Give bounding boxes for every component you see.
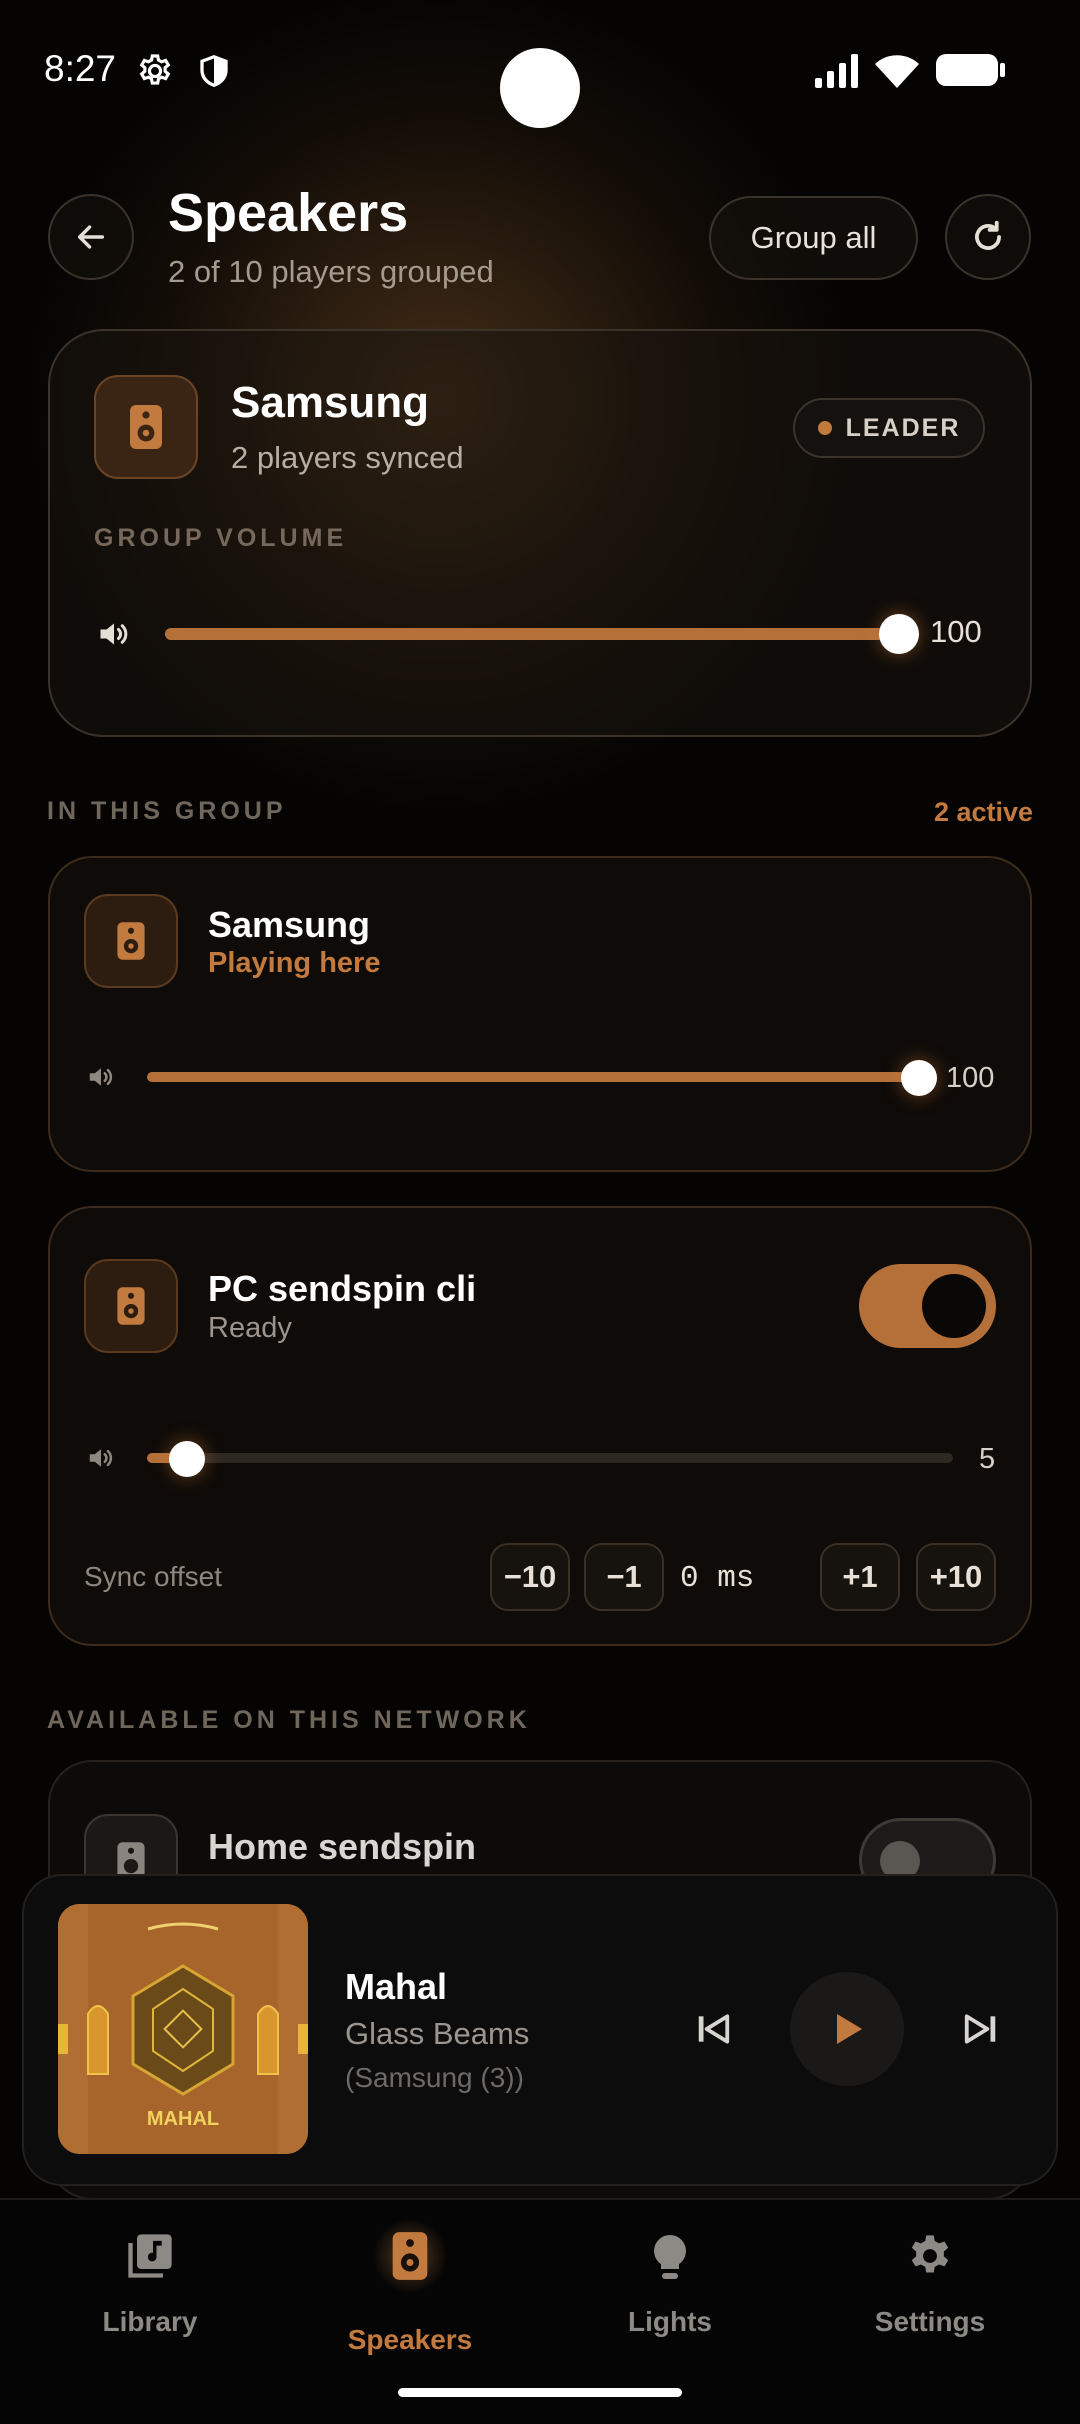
battery-icon bbox=[934, 52, 1006, 88]
leader-badge: LEADER bbox=[793, 398, 985, 458]
player-volume-value: 100 bbox=[946, 1062, 995, 1094]
player-toggle[interactable] bbox=[859, 1264, 996, 1348]
group-all-button[interactable]: Group all bbox=[709, 196, 918, 280]
refresh-icon bbox=[975, 220, 1001, 250]
play-icon bbox=[837, 2014, 862, 2044]
player-name: Samsung bbox=[208, 904, 371, 945]
nav-item-settings[interactable]: Settings bbox=[830, 2230, 1030, 2350]
gear-icon bbox=[136, 52, 174, 90]
group-volume-value: 100 bbox=[930, 614, 982, 649]
volume-icon bbox=[86, 1062, 116, 1097]
shield-icon bbox=[196, 52, 232, 90]
group-volume-thumb[interactable] bbox=[879, 614, 919, 654]
status-time: 8:27 bbox=[44, 48, 117, 89]
speaker-icon bbox=[386, 2230, 434, 2287]
player-speaker-tile bbox=[84, 1259, 178, 1353]
speaker-icon bbox=[117, 922, 145, 960]
previous-icon bbox=[698, 2014, 730, 2044]
home-indicator[interactable] bbox=[398, 2388, 682, 2397]
next-button[interactable] bbox=[962, 2010, 1000, 2053]
back-arrow-icon bbox=[77, 225, 105, 249]
active-count: 2 active bbox=[934, 797, 1034, 827]
nav-label: Lights bbox=[628, 2306, 712, 2337]
nav-item-lights[interactable]: Lights bbox=[570, 2230, 770, 2350]
front-camera bbox=[500, 48, 580, 128]
leader-label: LEADER bbox=[845, 413, 961, 442]
album-title-text: MAHAL bbox=[146, 2108, 220, 2130]
player-speaker-tile bbox=[84, 894, 178, 988]
group-volume-slider[interactable] bbox=[165, 628, 899, 640]
signal-icon bbox=[813, 52, 861, 90]
lightbulb-icon bbox=[646, 2230, 694, 2289]
leader-dot bbox=[817, 421, 832, 435]
nav-item-library[interactable]: Library bbox=[50, 2230, 250, 2350]
offset-minus-10-button[interactable]: −10 bbox=[490, 1543, 570, 1611]
play-button[interactable] bbox=[790, 1972, 904, 2086]
in-group-label: IN THIS GROUP bbox=[47, 797, 287, 825]
offset-plus-1-button[interactable]: +1 bbox=[820, 1543, 900, 1611]
page-subtitle: 2 of 10 players grouped bbox=[168, 254, 494, 289]
track-device: (Samsung (3)) bbox=[345, 2062, 524, 2093]
player-volume-value: 5 bbox=[979, 1443, 996, 1475]
group-volume-fill bbox=[165, 628, 899, 640]
settings-icon bbox=[904, 2230, 956, 2287]
group-speaker-tile bbox=[94, 375, 198, 479]
back-button[interactable] bbox=[48, 194, 134, 280]
offset-minus-1-button[interactable]: −1 bbox=[584, 1543, 664, 1611]
sync-offset-label: Sync offset bbox=[84, 1561, 223, 1592]
player-name: PC sendspin cli bbox=[208, 1268, 477, 1309]
player-card-samsung bbox=[48, 856, 1032, 1172]
volume-icon bbox=[96, 616, 132, 657]
library-icon bbox=[124, 2230, 176, 2287]
nav-label: Speakers bbox=[347, 2324, 473, 2355]
page-title: Speakers bbox=[168, 183, 409, 243]
track-title: Mahal bbox=[345, 1966, 448, 2007]
available-label: AVAILABLE ON THIS NETWORK bbox=[47, 1706, 531, 1734]
group-name: Samsung bbox=[231, 378, 430, 427]
refresh-button[interactable] bbox=[945, 194, 1031, 280]
speaker-icon bbox=[130, 405, 162, 449]
next-icon bbox=[964, 2014, 996, 2044]
player-name: Home sendspin bbox=[208, 1826, 477, 1867]
speaker-icon bbox=[117, 1287, 145, 1325]
toggle-knob bbox=[922, 1274, 986, 1338]
player-volume-slider[interactable] bbox=[147, 1072, 919, 1082]
offset-plus-10-button[interactable]: +10 bbox=[916, 1543, 996, 1611]
previous-button[interactable] bbox=[694, 2010, 732, 2053]
sync-offset-value: 0 ms bbox=[680, 1561, 755, 1596]
group-volume-label: GROUP VOLUME bbox=[94, 524, 348, 552]
player-volume-thumb[interactable] bbox=[901, 1060, 937, 1096]
nav-label: Settings bbox=[874, 2306, 986, 2337]
wifi-icon bbox=[872, 50, 922, 90]
player-volume-thumb[interactable] bbox=[169, 1441, 205, 1477]
player-volume-slider[interactable] bbox=[147, 1453, 953, 1463]
track-artist: Glass Beams bbox=[345, 2016, 530, 2051]
group-status: 2 players synced bbox=[231, 440, 464, 475]
app-screen: 8:27 Speakers 2 of 10 players grouped Gr… bbox=[0, 0, 1080, 2424]
nav-label: Library bbox=[102, 2306, 198, 2337]
volume-icon bbox=[86, 1443, 116, 1478]
player-status: Playing here bbox=[208, 947, 381, 979]
album-art: MAHAL bbox=[58, 1904, 308, 2154]
player-status: Ready bbox=[208, 1312, 292, 1344]
nav-item-speakers[interactable]: Speakers bbox=[310, 2218, 510, 2358]
player-volume-fill bbox=[147, 1072, 919, 1082]
